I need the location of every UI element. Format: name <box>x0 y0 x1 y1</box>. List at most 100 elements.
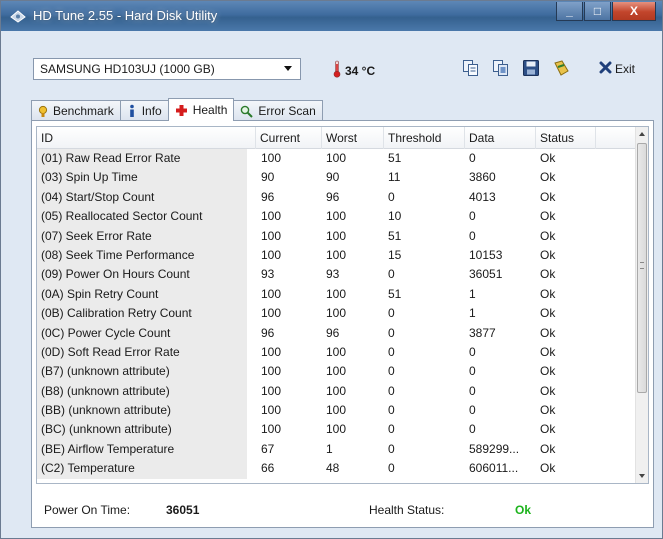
threshold-value: 0 <box>388 267 395 282</box>
attribute-id: (BE) Airflow Temperature <box>37 439 247 460</box>
exit-button[interactable]: Exit <box>599 61 635 77</box>
data-value: 0 <box>469 383 476 398</box>
health-panel: ID Current Worst Threshold Data Status (… <box>31 120 654 528</box>
table-row[interactable]: (0D) Soft Read Error Rate 100 100 0 0 Ok <box>37 342 637 363</box>
toolbar: SAMSUNG HD103UJ (1000 GB) 34 °C Exit <box>23 51 643 87</box>
grip-icon <box>640 262 644 269</box>
minimize-button[interactable]: _ <box>556 2 583 21</box>
column-header-status[interactable]: Status <box>536 127 596 149</box>
table-row[interactable]: (03) Spin Up Time 90 90 11 3860 Ok <box>37 168 637 188</box>
status-value: Ok <box>540 286 556 301</box>
save-icon[interactable] <box>521 58 541 78</box>
current-value: 66 <box>261 461 275 476</box>
tab-bar: Benchmark Info Health Error Scan <box>31 98 323 121</box>
tab-label: Benchmark <box>53 104 114 118</box>
status-value: Ok <box>540 267 556 282</box>
column-header-data[interactable]: Data <box>465 127 536 149</box>
tab-benchmark[interactable]: Benchmark <box>31 100 121 121</box>
copy-screenshot-icon[interactable] <box>491 58 511 78</box>
table-row[interactable]: (BE) Airflow Temperature 67 1 0 589299..… <box>37 439 637 460</box>
data-value: 3877 <box>469 325 496 340</box>
title-bar[interactable]: HD Tune 2.55 - Hard Disk Utility _ □ X <box>1 1 662 31</box>
tab-error-scan[interactable]: Error Scan <box>233 100 323 121</box>
close-button[interactable]: X <box>612 2 656 21</box>
current-value: 67 <box>261 441 275 456</box>
vertical-scrollbar[interactable] <box>635 127 648 483</box>
table-row[interactable]: (09) Power On Hours Count 93 93 0 36051 … <box>37 265 637 285</box>
worst-value: 100 <box>326 306 347 321</box>
current-value: 100 <box>261 364 282 379</box>
current-value: 100 <box>261 228 282 243</box>
column-header-current[interactable]: Current <box>256 127 322 149</box>
health-status-value: Ok <box>515 503 532 517</box>
chevron-down-icon <box>284 66 292 71</box>
thermometer-icon <box>333 60 341 81</box>
table-row[interactable]: (C2) Temperature 66 48 0 606011... Ok <box>37 459 637 479</box>
table-row[interactable]: (BC) (unknown attribute) 100 100 0 0 Ok <box>37 420 637 440</box>
threshold-value: 0 <box>388 422 395 437</box>
data-value: 36051 <box>469 267 503 282</box>
threshold-value: 0 <box>388 325 395 340</box>
status-value: Ok <box>540 364 556 379</box>
data-value: 1 <box>469 286 476 301</box>
status-value: Ok <box>540 422 556 437</box>
table-row[interactable]: (04) Start/Stop Count 96 96 0 4013 Ok <box>37 187 637 208</box>
worst-value: 96 <box>326 325 340 340</box>
data-value: 0 <box>469 209 476 224</box>
drive-select[interactable]: SAMSUNG HD103UJ (1000 GB) <box>33 58 301 80</box>
table-row[interactable]: (05) Reallocated Sector Count 100 100 10… <box>37 207 637 227</box>
worst-value: 100 <box>326 364 347 379</box>
worst-value: 48 <box>326 461 340 476</box>
attribute-id: (05) Reallocated Sector Count <box>37 207 247 227</box>
current-value: 100 <box>261 209 282 224</box>
column-header-threshold[interactable]: Threshold <box>384 127 465 149</box>
attribute-id: (08) Seek Time Performance <box>37 245 247 266</box>
attribute-id: (03) Spin Up Time <box>37 168 247 188</box>
column-header-worst[interactable]: Worst <box>322 127 384 149</box>
current-value: 100 <box>261 383 282 398</box>
info-icon <box>127 104 137 118</box>
threshold-value: 0 <box>388 383 395 398</box>
status-value: Ok <box>540 247 556 262</box>
data-value: 0 <box>469 344 476 359</box>
maximize-button[interactable]: □ <box>584 2 611 21</box>
threshold-value: 51 <box>388 286 402 301</box>
attribute-id: (BB) (unknown attribute) <box>37 401 247 421</box>
column-header-id[interactable]: ID <box>37 127 256 149</box>
exit-icon <box>599 61 612 77</box>
scroll-down-button[interactable] <box>636 469 648 483</box>
table-row[interactable]: (0B) Calibration Retry Count 100 100 0 1… <box>37 304 637 324</box>
table-row[interactable]: (B8) (unknown attribute) 100 100 0 0 Ok <box>37 381 637 402</box>
status-value: Ok <box>540 461 556 476</box>
window-title: HD Tune 2.55 - Hard Disk Utility <box>33 8 218 23</box>
attribute-id: (0D) Soft Read Error Rate <box>37 342 247 363</box>
table-row[interactable]: (B7) (unknown attribute) 100 100 0 0 Ok <box>37 362 637 382</box>
table-row[interactable]: (BB) (unknown attribute) 100 100 0 0 Ok <box>37 401 637 421</box>
table-row[interactable]: (07) Seek Error Rate 100 100 51 0 Ok <box>37 226 637 246</box>
worst-value: 90 <box>326 170 340 185</box>
options-icon[interactable] <box>551 58 571 78</box>
table-row[interactable]: (0C) Power Cycle Count 96 96 0 3877 Ok <box>37 323 637 343</box>
hd-tune-app-icon <box>9 8 27 24</box>
table-row[interactable]: (0A) Spin Retry Count 100 100 51 1 Ok <box>37 284 637 305</box>
table-row[interactable]: (01) Raw Read Error Rate 100 100 51 0 Ok <box>37 149 637 169</box>
worst-value: 100 <box>326 383 347 398</box>
current-value: 100 <box>261 151 282 165</box>
scroll-up-button[interactable] <box>636 127 648 141</box>
smart-attributes-table: ID Current Worst Threshold Data Status (… <box>36 126 649 484</box>
current-value: 100 <box>261 306 282 321</box>
status-value: Ok <box>540 441 556 456</box>
status-value: Ok <box>540 383 556 398</box>
attribute-id: (C2) Temperature <box>37 459 247 479</box>
threshold-value: 0 <box>388 306 395 321</box>
tab-info[interactable]: Info <box>119 100 169 121</box>
threshold-value: 0 <box>388 461 395 476</box>
tab-health[interactable]: Health <box>167 98 235 121</box>
arrow-up-icon <box>639 132 645 136</box>
table-row[interactable]: (08) Seek Time Performance 100 100 15 10… <box>37 245 637 266</box>
worst-value: 100 <box>326 344 347 359</box>
temperature-display: 34 °C <box>333 60 375 81</box>
scrollbar-thumb[interactable] <box>637 143 647 393</box>
worst-value: 93 <box>326 267 340 282</box>
copy-text-icon[interactable] <box>461 58 481 78</box>
